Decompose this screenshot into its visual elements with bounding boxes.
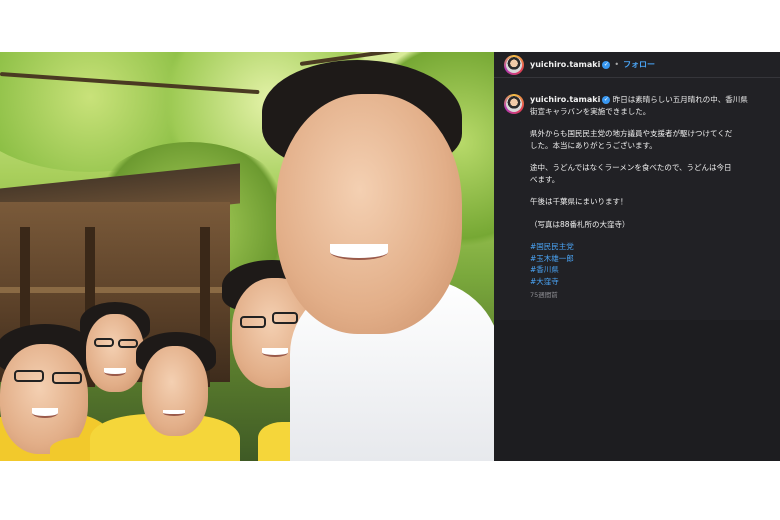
temple-railing — [0, 287, 230, 293]
username-link[interactable]: yuichiro.tamaki — [530, 60, 600, 69]
caption-username[interactable]: yuichiro.tamaki — [530, 95, 600, 104]
caption-text: yuichiro.tamaki ✓ 昨日は素晴らしい五月晴れの中、香川県 街宣キャ… — [530, 94, 780, 302]
avatar[interactable] — [504, 54, 524, 75]
caption-paragraph: 県外からも国民民主党の地方議員や支援者が駆けつけてくだ した。本当にありがとうご… — [530, 128, 780, 151]
caption-text-line1a: 昨日は素晴らしい五月晴れの中、香川県 — [612, 95, 748, 104]
caption-text-line: （写真は88番札所の大窪寺） — [530, 219, 630, 229]
verified-badge-icon: ✓ — [602, 96, 611, 104]
caption-text-line: べます。 — [530, 174, 560, 184]
hashtag-list: #国民民主党 #玉木雄一郎 #香川県 #大窪寺 — [530, 241, 780, 287]
caption-text-line: 途中、うどんではなくラーメンを食べたので、うどんは今日 — [530, 163, 732, 172]
post-caption: yuichiro.tamaki ✓ 昨日は素晴らしい五月晴れの中、香川県 街宣キャ… — [494, 78, 780, 302]
caption-avatar[interactable] — [504, 94, 524, 114]
caption-text-line1b: 街宣キャラバンを実施できました。 — [530, 106, 651, 116]
separator-dot: • — [614, 60, 620, 69]
post-timestamp: 75週間前 — [530, 291, 558, 299]
post-side-panel: yuichiro.tamaki ✓ • フォロー yuichiro.tamaki… — [494, 52, 780, 461]
hashtag-link[interactable]: #国民民主党 — [530, 241, 780, 253]
hashtag-link[interactable]: #大窪寺 — [530, 276, 780, 288]
instagram-post: yuichiro.tamaki ✓ • フォロー yuichiro.tamaki… — [0, 52, 780, 461]
post-photo[interactable] — [0, 52, 494, 461]
follow-button[interactable]: フォロー — [623, 59, 655, 70]
caption-text-line: 午後は千葉県にまいります！ — [530, 197, 628, 206]
caption-text-line: 県外からも国民民主党の地方議員や支援者が駆けつけてくだ — [530, 129, 733, 138]
post-header: yuichiro.tamaki ✓ • フォロー — [494, 52, 780, 78]
verified-badge-icon: ✓ — [602, 60, 611, 69]
caption-line: yuichiro.tamaki ✓ 昨日は素晴らしい五月晴れの中、香川県 — [530, 94, 780, 106]
caption-paragraph: 途中、うどんではなくラーメンを食べたので、うどんは今日 べます。 — [530, 162, 780, 185]
caption-text-line: した。本当にありがとうございます。 — [530, 140, 657, 150]
panel-footer — [494, 320, 780, 461]
hashtag-link[interactable]: #香川県 — [530, 264, 780, 276]
hashtag-link[interactable]: #玉木雄一郎 — [530, 253, 780, 265]
